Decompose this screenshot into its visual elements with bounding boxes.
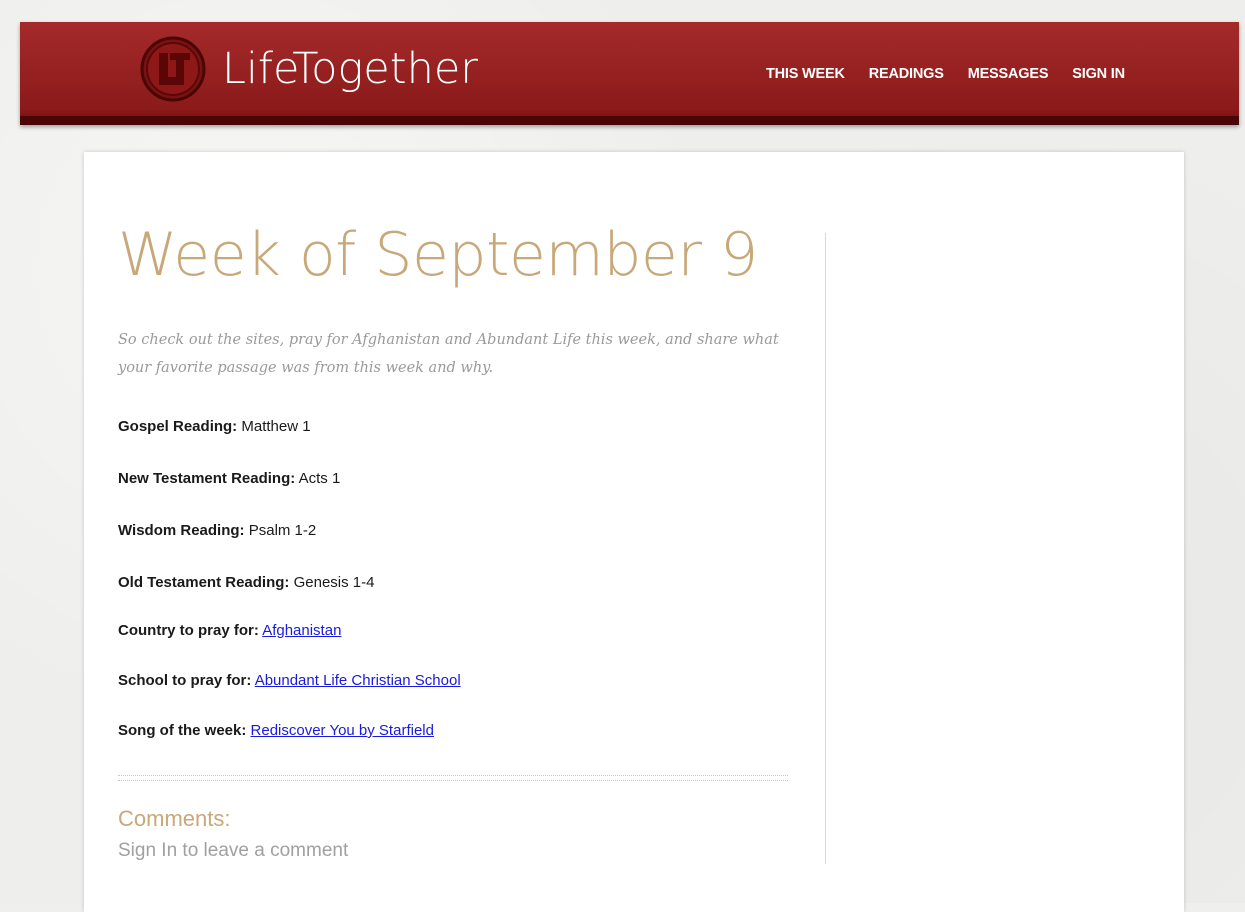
- reading-label: Old Testament Reading:: [118, 574, 290, 591]
- comments-sign-in-note: Sign In to leave a comment: [118, 840, 349, 861]
- comments-heading: Comments:: [118, 806, 231, 831]
- header-bottom-band: [20, 116, 1239, 125]
- reading-label: Wisdom Reading:: [118, 522, 245, 539]
- page-title: Week of September 9: [118, 220, 758, 290]
- reading-school: School to pray for: Abundant Life Christ…: [118, 672, 461, 689]
- reading-wisdom: Wisdom Reading: Psalm 1-2: [118, 522, 316, 539]
- reading-gospel: Gospel Reading: Matthew 1: [118, 418, 311, 435]
- section-divider: [118, 775, 788, 781]
- reading-new-testament: New Testament Reading: Acts 1: [118, 470, 340, 487]
- lt-monogram-icon: [140, 36, 206, 102]
- site-logo-link[interactable]: LifeTogether: [140, 36, 478, 102]
- site-name: LifeTogether: [222, 44, 478, 94]
- column-divider: [825, 233, 826, 864]
- nav-messages[interactable]: MESSAGES: [968, 66, 1049, 82]
- reading-old-testament: Old Testament Reading: Genesis 1-4: [118, 574, 374, 591]
- reading-label: Gospel Reading:: [118, 418, 238, 435]
- reading-value: Acts 1: [298, 470, 341, 487]
- page-background: LifeTogether THIS WEEK READINGS MESSAGES…: [0, 0, 1245, 912]
- nav-sign-in[interactable]: SIGN IN: [1072, 66, 1125, 82]
- school-link[interactable]: Abundant Life Christian School: [255, 672, 461, 689]
- reading-label: Song of the week:: [118, 722, 247, 739]
- main-nav: THIS WEEK READINGS MESSAGES SIGN IN: [766, 66, 1149, 82]
- reading-label: Country to pray for:: [118, 622, 259, 639]
- reading-value: Psalm 1-2: [248, 522, 317, 539]
- reading-label: School to pray for:: [118, 672, 252, 689]
- song-link[interactable]: Rediscover You by Starfield: [251, 722, 434, 739]
- site-header: LifeTogether THIS WEEK READINGS MESSAGES…: [20, 22, 1239, 125]
- country-link[interactable]: Afghanistan: [262, 622, 341, 639]
- reading-value: Genesis 1-4: [293, 574, 375, 591]
- reading-song: Song of the week: Rediscover You by Star…: [118, 722, 434, 739]
- reading-label: New Testament Reading:: [118, 470, 296, 487]
- intro-text: So check out the sites, pray for Afghani…: [118, 332, 779, 376]
- content-card: Week of September 9 So check out the sit…: [84, 152, 1184, 912]
- reading-value: Matthew 1: [241, 418, 311, 435]
- nav-this-week[interactable]: THIS WEEK: [766, 66, 845, 82]
- nav-readings[interactable]: READINGS: [869, 66, 944, 82]
- reading-country: Country to pray for: Afghanistan: [118, 622, 341, 639]
